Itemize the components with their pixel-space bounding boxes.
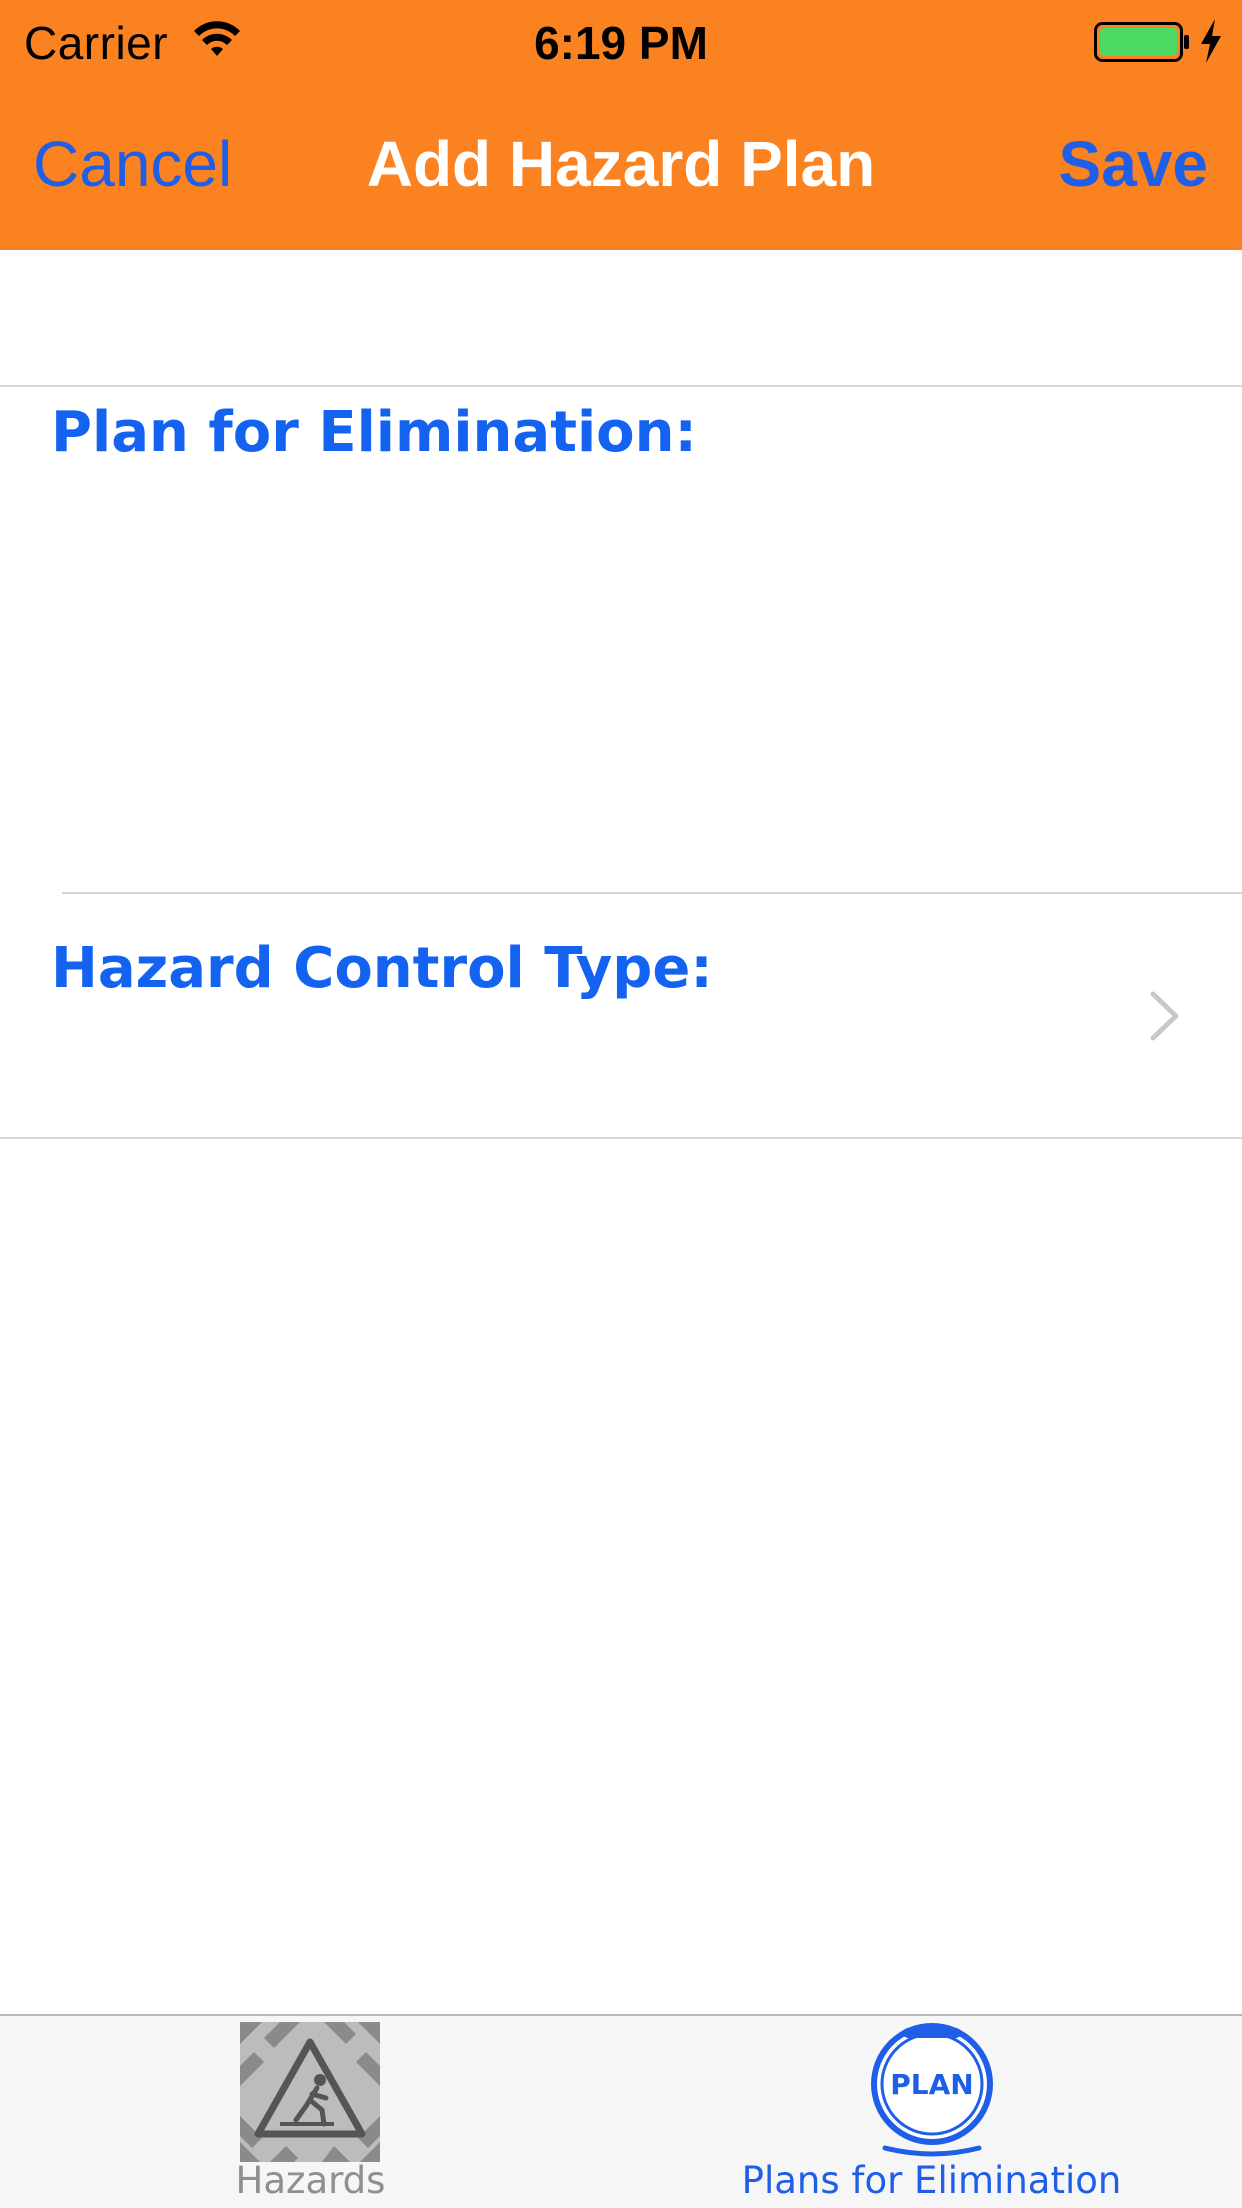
navigation-bar: Cancel Add Hazard Plan Save xyxy=(0,84,1242,250)
status-time: 6:19 PM xyxy=(534,17,708,69)
hazard-control-type-row[interactable] xyxy=(0,893,1242,1137)
top-bar: Carrier 6:19 PM Cancel Add Hazard Plan S… xyxy=(0,0,1242,250)
tab-bar: Hazards PLAN Plans for Elimination xyxy=(0,2014,1242,2208)
plan-badge-text: PLAN xyxy=(890,2068,973,2101)
section-divider-bottom xyxy=(0,1137,1242,1139)
tab-hazards[interactable]: Hazards xyxy=(0,2016,621,2208)
save-button[interactable]: Save xyxy=(1059,124,1208,204)
plan-badge-icon: PLAN xyxy=(871,2023,993,2157)
battery-icon xyxy=(1094,22,1189,62)
plan-for-elimination-label: Plan for Elimination: xyxy=(51,400,697,465)
tab-hazards-label: Hazards xyxy=(235,2159,386,2202)
hazard-control-type-label: Hazard Control Type: xyxy=(51,936,713,1001)
charging-bolt-icon xyxy=(1201,19,1221,63)
hazard-warning-icon xyxy=(240,2022,380,2162)
tab-plans-for-elimination[interactable]: PLAN Plans for Elimination xyxy=(621,2016,1242,2208)
page-title: Add Hazard Plan xyxy=(366,128,876,200)
tab-plans-for-elimination-label: Plans for Elimination xyxy=(741,2159,1122,2202)
status-bar: Carrier 6:19 PM xyxy=(0,0,1242,84)
add-hazard-plan-screen: Carrier 6:19 PM Cancel Add Hazard Plan S… xyxy=(0,0,1242,2208)
plan-for-elimination-input[interactable] xyxy=(40,480,1210,880)
chevron-right-icon xyxy=(1150,991,1179,1041)
section-divider-top xyxy=(0,385,1242,387)
